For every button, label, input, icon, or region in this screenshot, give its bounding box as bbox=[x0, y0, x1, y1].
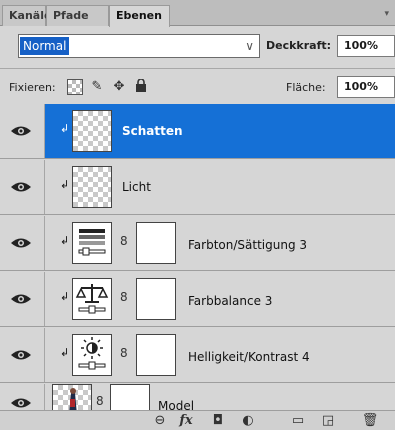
chevron-down-icon: ∨ bbox=[245, 39, 254, 53]
eye-icon[interactable] bbox=[10, 292, 32, 306]
layer-row-brightness-contrast[interactable]: ↲ 8 Helligkeit/Kontrast 4 bbox=[0, 328, 395, 383]
eye-icon[interactable] bbox=[10, 396, 32, 410]
color-balance-icon[interactable] bbox=[72, 278, 112, 320]
eye-icon[interactable] bbox=[10, 180, 32, 194]
new-group-icon[interactable]: ▭ bbox=[288, 412, 308, 430]
layer-row-licht[interactable]: ↲ Licht bbox=[0, 160, 395, 215]
layer-mask-thumbnail[interactable] bbox=[110, 384, 150, 410]
clipping-arrow-icon: ↲ bbox=[60, 178, 70, 191]
blend-mode-value: Normal bbox=[20, 37, 70, 55]
link-layers-icon[interactable]: ⊖ bbox=[150, 412, 170, 430]
layer-name[interactable]: Farbton/Sättigung 3 bbox=[188, 238, 307, 252]
layer-thumbnail[interactable] bbox=[72, 166, 112, 208]
layer-mask-thumbnail[interactable] bbox=[136, 222, 176, 264]
layer-row-schatten[interactable]: ↲ Schatten bbox=[0, 104, 395, 159]
layer-name[interactable]: Farbbalance 3 bbox=[188, 294, 272, 308]
hue-saturation-icon[interactable] bbox=[72, 222, 112, 264]
fill-input[interactable]: 100% bbox=[337, 76, 395, 98]
adjustment-layer-icon[interactable]: ◐ bbox=[238, 412, 258, 430]
layer-name[interactable]: Schatten bbox=[122, 124, 183, 138]
clipping-arrow-icon: ↲ bbox=[60, 290, 70, 303]
tab-paths[interactable]: Pfade bbox=[46, 5, 109, 26]
lock-transparent-pixels-icon[interactable] bbox=[67, 79, 83, 95]
layer-style-fx-icon[interactable]: fx bbox=[176, 412, 196, 430]
blend-mode-select[interactable]: Normal ∨ bbox=[18, 34, 260, 58]
opacity-label: Deckkraft: bbox=[266, 39, 332, 52]
visibility-column bbox=[0, 216, 45, 270]
clipping-arrow-icon: ↲ bbox=[60, 122, 70, 135]
eye-icon[interactable] bbox=[10, 236, 32, 250]
lock-all-icon[interactable] bbox=[133, 78, 149, 95]
divider bbox=[0, 68, 395, 69]
visibility-column bbox=[0, 384, 45, 410]
tab-channels[interactable]: Kanäle bbox=[2, 5, 51, 26]
layer-row-color-balance[interactable]: ↲ 8 Farbbalance 3 bbox=[0, 272, 395, 327]
tab-layers[interactable]: Ebenen bbox=[109, 5, 170, 27]
layers-bottom-toolbar: ⊖ fx ◘ ◐ ▭ ◲ 🗑 bbox=[0, 410, 395, 430]
link-icon[interactable]: 8 bbox=[120, 290, 128, 304]
layer-thumbnail[interactable] bbox=[52, 384, 92, 410]
eye-icon[interactable] bbox=[10, 124, 32, 138]
layer-name[interactable]: Licht bbox=[122, 180, 151, 194]
layer-row-hue-saturation[interactable]: ↲ 8 Farbton/Sättigung 3 bbox=[0, 216, 395, 271]
fill-label: Fläche: bbox=[286, 81, 326, 94]
lock-position-icon[interactable]: ✥ bbox=[111, 79, 127, 95]
clipping-arrow-icon: ↲ bbox=[60, 346, 70, 359]
lock-row: Fixieren: ✎ ✥ Fläche: 100% bbox=[0, 76, 395, 100]
eye-icon[interactable] bbox=[10, 348, 32, 362]
new-layer-icon[interactable]: ◲ bbox=[318, 412, 338, 430]
visibility-column bbox=[0, 272, 45, 326]
layer-thumbnail[interactable] bbox=[72, 110, 112, 152]
lock-label: Fixieren: bbox=[9, 81, 56, 94]
link-icon[interactable]: 8 bbox=[120, 234, 128, 248]
add-mask-icon[interactable]: ◘ bbox=[208, 412, 228, 430]
layer-row-model[interactable]: 8 Model bbox=[0, 384, 395, 410]
delete-layer-icon[interactable]: 🗑 bbox=[360, 412, 380, 430]
panel-menu-icon[interactable]: ▾ bbox=[384, 9, 389, 19]
blend-options-row: Normal ∨ Deckkraft: 100% bbox=[0, 34, 395, 60]
layer-mask-thumbnail[interactable] bbox=[136, 334, 176, 376]
panel-tab-bar: Kanäle Pfade Ebenen ▾ bbox=[0, 0, 395, 27]
lock-image-pixels-icon[interactable]: ✎ bbox=[89, 79, 105, 95]
visibility-column bbox=[0, 328, 45, 382]
clipping-arrow-icon: ↲ bbox=[60, 234, 70, 247]
layers-list: ↲ Schatten ↲ Licht ↲ 8 Farbton/Sättigung… bbox=[0, 104, 395, 410]
link-icon[interactable]: 8 bbox=[96, 394, 104, 408]
opacity-input[interactable]: 100% bbox=[337, 35, 395, 57]
link-icon[interactable]: 8 bbox=[120, 346, 128, 360]
brightness-contrast-icon[interactable] bbox=[72, 334, 112, 376]
layer-name[interactable]: Model bbox=[158, 399, 194, 410]
visibility-column bbox=[0, 160, 45, 214]
layer-mask-thumbnail[interactable] bbox=[136, 278, 176, 320]
visibility-column bbox=[0, 104, 45, 158]
layer-name[interactable]: Helligkeit/Kontrast 4 bbox=[188, 350, 310, 364]
